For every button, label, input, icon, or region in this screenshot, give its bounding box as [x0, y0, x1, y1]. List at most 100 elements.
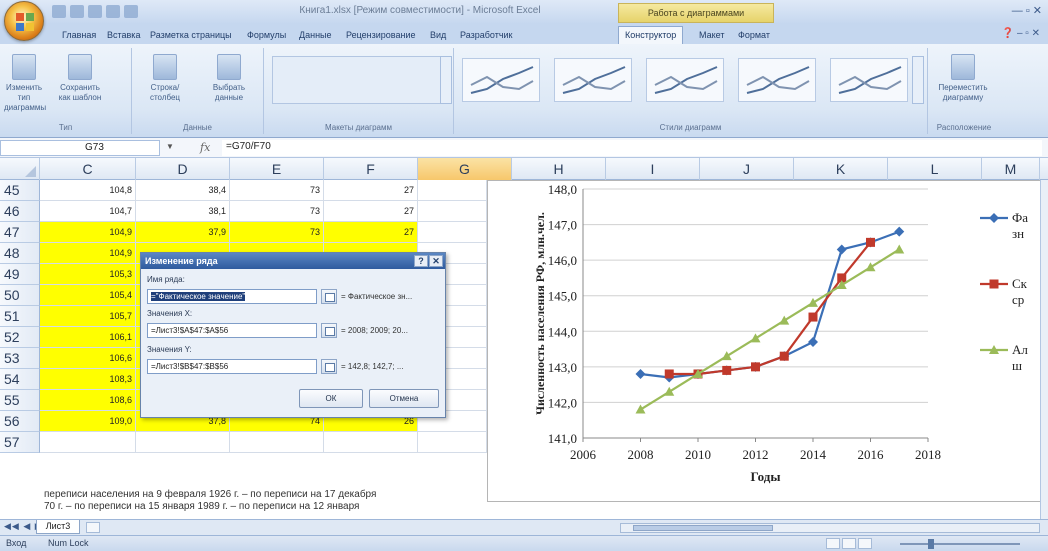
name-box[interactable]: G73 — [0, 140, 160, 156]
redo-icon[interactable] — [88, 5, 102, 18]
insert-sheet-icon[interactable] — [86, 522, 100, 533]
row-header[interactable]: 50 — [0, 285, 40, 306]
cell-e-46[interactable]: 73 — [230, 201, 324, 222]
chart-layouts-gallery[interactable] — [272, 56, 442, 104]
vertical-scrollbar[interactable] — [1040, 180, 1048, 519]
cell-g-47[interactable] — [418, 222, 487, 243]
horizontal-scrollbar[interactable] — [620, 523, 1040, 533]
tab-layout[interactable]: Макет — [699, 27, 724, 43]
tab-developer[interactable]: Разработчик — [460, 27, 512, 43]
cell-c-53[interactable]: 106,6 — [40, 348, 136, 369]
row-header[interactable]: 53 — [0, 348, 40, 369]
undo-icon[interactable] — [70, 5, 84, 18]
cell-e-57[interactable] — [230, 432, 324, 453]
dialog-title-bar[interactable]: Изменение ряда — [141, 253, 445, 269]
zoom-slider-knob[interactable] — [928, 539, 934, 549]
chart-style-2[interactable] — [554, 58, 632, 102]
select-data-button[interactable]: Выбрать данные — [204, 54, 254, 103]
cell-c-49[interactable]: 105,3 — [40, 264, 136, 285]
row-header[interactable]: 51 — [0, 306, 40, 327]
save-icon[interactable] — [52, 5, 66, 18]
tab-page-layout[interactable]: Разметка страницы — [150, 27, 232, 43]
row-header[interactable]: 45 — [0, 180, 40, 201]
column-header-m[interactable]: M — [982, 158, 1040, 180]
cell-g-46[interactable] — [418, 201, 487, 222]
select-all-corner[interactable] — [0, 158, 40, 180]
tab-insert[interactable]: Вставка — [107, 27, 140, 43]
dialog-close-button[interactable]: ✕ — [429, 255, 443, 267]
cancel-button[interactable]: Отмена — [369, 389, 439, 408]
cell-c-46[interactable]: 104,7 — [40, 201, 136, 222]
cell-c-47[interactable]: 104,9 — [40, 222, 136, 243]
row-header[interactable]: 52 — [0, 327, 40, 348]
office-button[interactable] — [4, 1, 44, 41]
cell-d-46[interactable]: 38,1 — [136, 201, 230, 222]
formula-input[interactable]: =G70/F70 — [222, 140, 1042, 156]
cell-c-54[interactable]: 108,3 — [40, 369, 136, 390]
sheet-tab-active[interactable]: Лист3 — [36, 520, 80, 534]
cell-f-46[interactable]: 27 — [324, 201, 418, 222]
save-as-template-button[interactable]: Сохранить как шаблон — [56, 54, 104, 103]
cell-f-47[interactable]: 27 — [324, 222, 418, 243]
row-header[interactable]: 46 — [0, 201, 40, 222]
dialog-help-button[interactable]: ? — [414, 255, 428, 267]
layouts-gallery-scroll[interactable] — [440, 56, 452, 104]
move-chart-button[interactable]: Переместить диаграмму — [938, 54, 988, 103]
cell-f-45[interactable]: 27 — [324, 180, 418, 201]
series-name-input[interactable]: ="Фактическое значение" — [147, 289, 317, 304]
row-header[interactable]: 49 — [0, 264, 40, 285]
column-header-f[interactable]: F — [324, 158, 418, 180]
column-header-k[interactable]: K — [794, 158, 888, 180]
chart-area[interactable]: 141,0 142,0 143,0 144,0 145,0 146,0 147,0 148,0… — [487, 180, 1048, 502]
chart-style-5[interactable] — [830, 58, 908, 102]
cell-c-55[interactable]: 108,6 — [40, 390, 136, 411]
cell-e-45[interactable]: 73 — [230, 180, 324, 201]
tab-format[interactable]: Формат — [738, 27, 770, 43]
customize-qat-icon[interactable] — [124, 5, 138, 18]
cell-d-47[interactable]: 37,9 — [136, 222, 230, 243]
cell-c-57[interactable] — [40, 432, 136, 453]
column-header-g[interactable]: G — [418, 158, 512, 180]
normal-view-icon[interactable] — [826, 538, 840, 549]
chart-style-1[interactable] — [462, 58, 540, 102]
column-header-h[interactable]: H — [512, 158, 606, 180]
styles-gallery-scroll[interactable] — [912, 56, 924, 104]
row-header[interactable]: 55 — [0, 390, 40, 411]
x-values-input[interactable]: =Лист3!$A$47:$A$56 — [147, 323, 317, 338]
y-values-collapse-button[interactable] — [321, 359, 337, 374]
page-break-view-icon[interactable] — [858, 538, 872, 549]
column-header-e[interactable]: E — [230, 158, 324, 180]
series-name-collapse-button[interactable] — [321, 289, 337, 304]
cell-c-56[interactable]: 109,0 — [40, 411, 136, 432]
column-header-d[interactable]: D — [136, 158, 230, 180]
y-values-input[interactable]: =Лист3!$B$47:$B$56 — [147, 359, 317, 374]
cell-d-57[interactable] — [136, 432, 230, 453]
cell-f-57[interactable] — [324, 432, 418, 453]
change-chart-type-button[interactable]: Изменить тип диаграммы — [4, 54, 46, 113]
cell-c-48[interactable]: 104,9 — [40, 243, 136, 264]
page-layout-view-icon[interactable] — [842, 538, 856, 549]
tab-home[interactable]: Главная — [62, 27, 96, 43]
row-header[interactable]: 47 — [0, 222, 40, 243]
chart-style-3[interactable] — [646, 58, 724, 102]
column-header-i[interactable]: I — [606, 158, 700, 180]
row-header[interactable]: 57 — [0, 432, 40, 453]
tab-formulas[interactable]: Формулы — [247, 27, 286, 43]
cell-c-50[interactable]: 105,4 — [40, 285, 136, 306]
switch-row-column-button[interactable]: Строка/столбец — [140, 54, 190, 103]
row-header[interactable]: 48 — [0, 243, 40, 264]
cell-g-57[interactable] — [418, 432, 487, 453]
column-header-l[interactable]: L — [888, 158, 982, 180]
tab-data[interactable]: Данные — [299, 27, 332, 43]
cell-e-47[interactable]: 73 — [230, 222, 324, 243]
row-header[interactable]: 56 — [0, 411, 40, 432]
row-header[interactable]: 54 — [0, 369, 40, 390]
tab-view[interactable]: Вид — [430, 27, 446, 43]
column-header-j[interactable]: J — [700, 158, 794, 180]
window-controls[interactable]: — ▫ ✕ — [1012, 4, 1042, 17]
x-values-collapse-button[interactable] — [321, 323, 337, 338]
name-box-dropdown-icon[interactable]: ▼ — [166, 142, 174, 151]
chart-style-4[interactable] — [738, 58, 816, 102]
horizontal-scroll-thumb[interactable] — [633, 525, 773, 531]
ok-button[interactable]: ОК — [299, 389, 363, 408]
